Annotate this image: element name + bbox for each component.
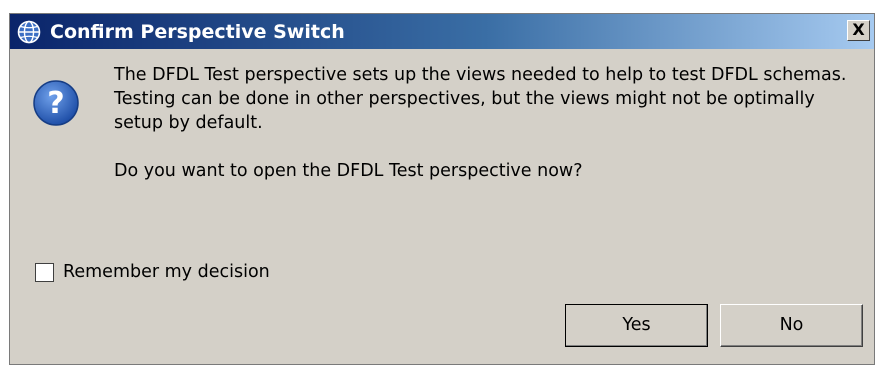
- dialog-title: Confirm Perspective Switch: [50, 21, 345, 43]
- remember-decision-checkbox[interactable]: Remember my decision: [35, 261, 270, 283]
- message-text-block: The DFDL Test perspective sets up the vi…: [114, 63, 864, 183]
- question-text: Do you want to open the DFDL Test perspe…: [114, 161, 583, 181]
- yes-button[interactable]: Yes: [565, 304, 708, 347]
- confirm-perspective-switch-dialog: Confirm Perspective Switch X ? The DFDL …: [9, 13, 875, 365]
- message-body: The DFDL Test perspective sets up the vi…: [114, 65, 847, 133]
- question-icon: ?: [33, 80, 79, 126]
- checkbox-box[interactable]: [35, 262, 54, 282]
- svg-text:?: ?: [47, 86, 64, 121]
- globe-icon: [17, 20, 41, 44]
- remember-decision-label: Remember my decision: [63, 262, 270, 282]
- title-bar[interactable]: Confirm Perspective Switch X: [10, 14, 874, 49]
- no-button[interactable]: No: [720, 304, 863, 347]
- close-button[interactable]: X: [847, 20, 870, 41]
